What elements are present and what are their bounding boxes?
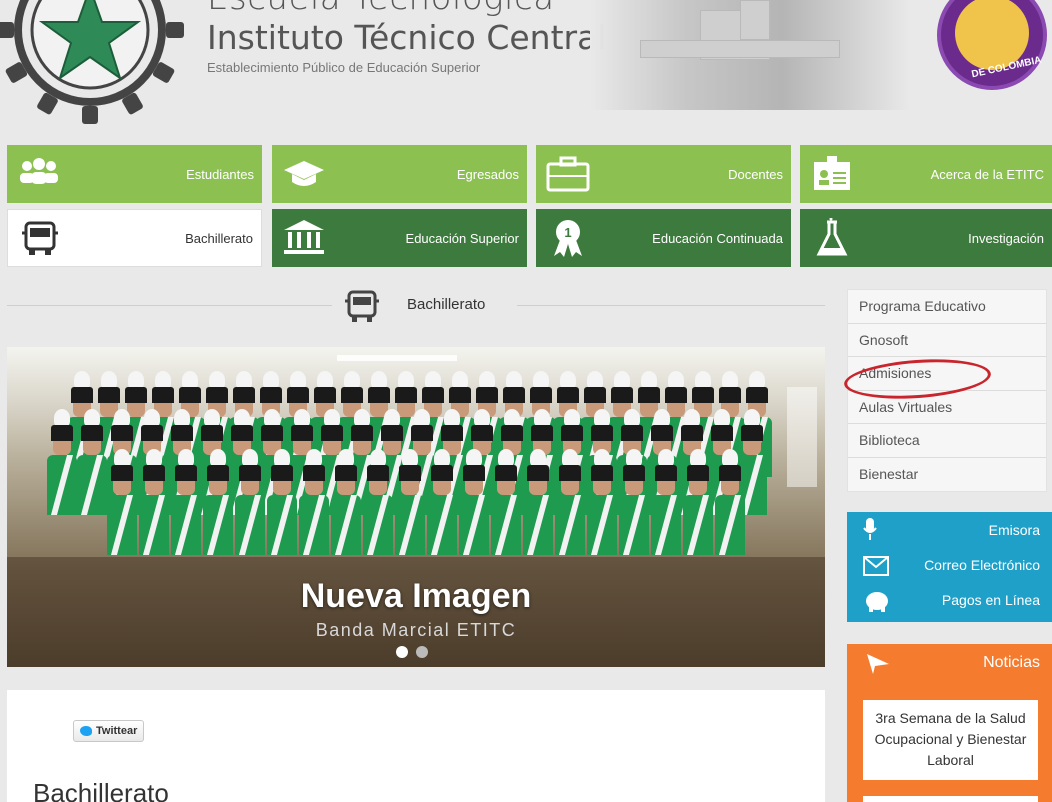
content-title: Bachillerato	[33, 778, 169, 802]
nav-label: Educación Continuada	[652, 230, 783, 246]
flask-icon	[816, 218, 848, 256]
sidebar-item-bienestar[interactable]: Bienestar	[848, 458, 1046, 492]
sidebar-item-gnosoft[interactable]: Gnosoft	[848, 324, 1046, 357]
nav-label: Investigación	[968, 230, 1044, 246]
briefcase-icon	[546, 156, 590, 192]
institution-icon	[284, 220, 324, 254]
content-card: Twittear Bachillerato	[7, 690, 825, 802]
main-nav: Estudiantes Egresados Docentes Acerca de…	[7, 145, 1052, 273]
service-label: Correo Electrónico	[924, 557, 1040, 573]
service-pagos[interactable]: Pagos en Línea	[847, 582, 1052, 617]
tweet-button[interactable]: Twittear	[73, 720, 145, 742]
nav-label: Estudiantes	[186, 166, 254, 182]
divider	[7, 305, 332, 306]
nav-tile-educacion-continuada[interactable]: 1 Educación Continuada	[536, 209, 791, 267]
nav-label: Bachillerato	[185, 230, 253, 246]
nav-label: Docentes	[728, 166, 783, 182]
nav-row-1: Estudiantes Egresados Docentes Acerca de…	[7, 145, 1052, 203]
paper-plane-icon	[867, 654, 889, 674]
slider-pagination	[396, 645, 436, 663]
colombia-seal-icon: DE COLOMBIA	[937, 0, 1047, 90]
gear-logo-icon[interactable]	[0, 0, 190, 130]
news-heading: Noticias	[983, 654, 1040, 671]
microphone-icon	[863, 518, 877, 540]
site-subtitle: Establecimiento Público de Educación Sup…	[207, 60, 481, 75]
title-line-2: Instituto Técnico Central	[207, 18, 607, 57]
bus-icon	[345, 290, 379, 322]
slide-title: Nueva Imagen	[300, 577, 532, 615]
image-slider[interactable]: Nueva Imagen Banda Marcial ETITC	[7, 347, 825, 667]
twitter-bird-icon	[80, 726, 92, 736]
bus-icon	[22, 221, 58, 255]
id-card-icon	[814, 156, 850, 190]
sidebar-item-programa-educativo[interactable]: Programa Educativo	[848, 290, 1046, 324]
service-correo[interactable]: Correo Electrónico	[847, 547, 1052, 582]
graduation-cap-icon	[284, 161, 324, 186]
service-emisora[interactable]: Emisora	[847, 512, 1052, 547]
svg-text:1: 1	[564, 225, 571, 240]
slider-dot[interactable]	[416, 646, 428, 658]
award-icon: 1	[554, 220, 582, 257]
nav-tile-docentes[interactable]: Docentes	[536, 145, 791, 203]
services-box: Emisora Correo Electrónico Pagos en Líne…	[847, 512, 1052, 622]
news-item[interactable]: 3ra Semana de la Salud Ocupacional y Bie…	[863, 700, 1038, 780]
slider-dot-active[interactable]	[396, 646, 408, 658]
nav-tile-estudiantes[interactable]: Estudiantes	[7, 145, 262, 203]
section-title: Bachillerato	[407, 296, 486, 313]
nav-tile-investigacion[interactable]: Investigación	[800, 209, 1052, 267]
piggy-bank-icon	[866, 592, 888, 612]
building-image	[590, 0, 910, 110]
nav-tile-acerca[interactable]: Acerca de la ETITC	[800, 145, 1052, 203]
site-header: Escuela Tecnológica Instituto Técnico Ce…	[0, 0, 1052, 140]
nav-tile-educacion-superior[interactable]: Educación Superior	[272, 209, 527, 267]
site-title: Escuela Tecnológica Instituto Técnico Ce…	[207, 0, 606, 75]
news-item[interactable]	[863, 796, 1038, 802]
nav-label: Acerca de la ETITC	[930, 166, 1044, 182]
nav-row-2: Bachillerato Educación Superior 1 Educac…	[7, 209, 1052, 267]
nav-tile-bachillerato[interactable]: Bachillerato	[7, 209, 262, 267]
section-heading: Bachillerato	[7, 288, 825, 324]
nav-label: Educación Superior	[405, 230, 519, 246]
title-line-1: Escuela Tecnológica	[207, 0, 606, 18]
envelope-icon	[863, 556, 889, 576]
service-label: Emisora	[988, 522, 1040, 538]
news-box: Noticias 3ra Semana de la Salud Ocupacio…	[847, 644, 1052, 802]
nav-label: Egresados	[456, 166, 519, 182]
tweet-label: Twittear	[96, 725, 138, 737]
students-icon	[20, 158, 58, 184]
nav-tile-egresados[interactable]: Egresados	[272, 145, 527, 203]
sidebar-item-biblioteca[interactable]: Biblioteca	[848, 424, 1046, 458]
service-label: Pagos en Línea	[941, 592, 1040, 608]
slide-subtitle: Banda Marcial ETITC	[315, 620, 517, 640]
divider	[517, 305, 825, 306]
